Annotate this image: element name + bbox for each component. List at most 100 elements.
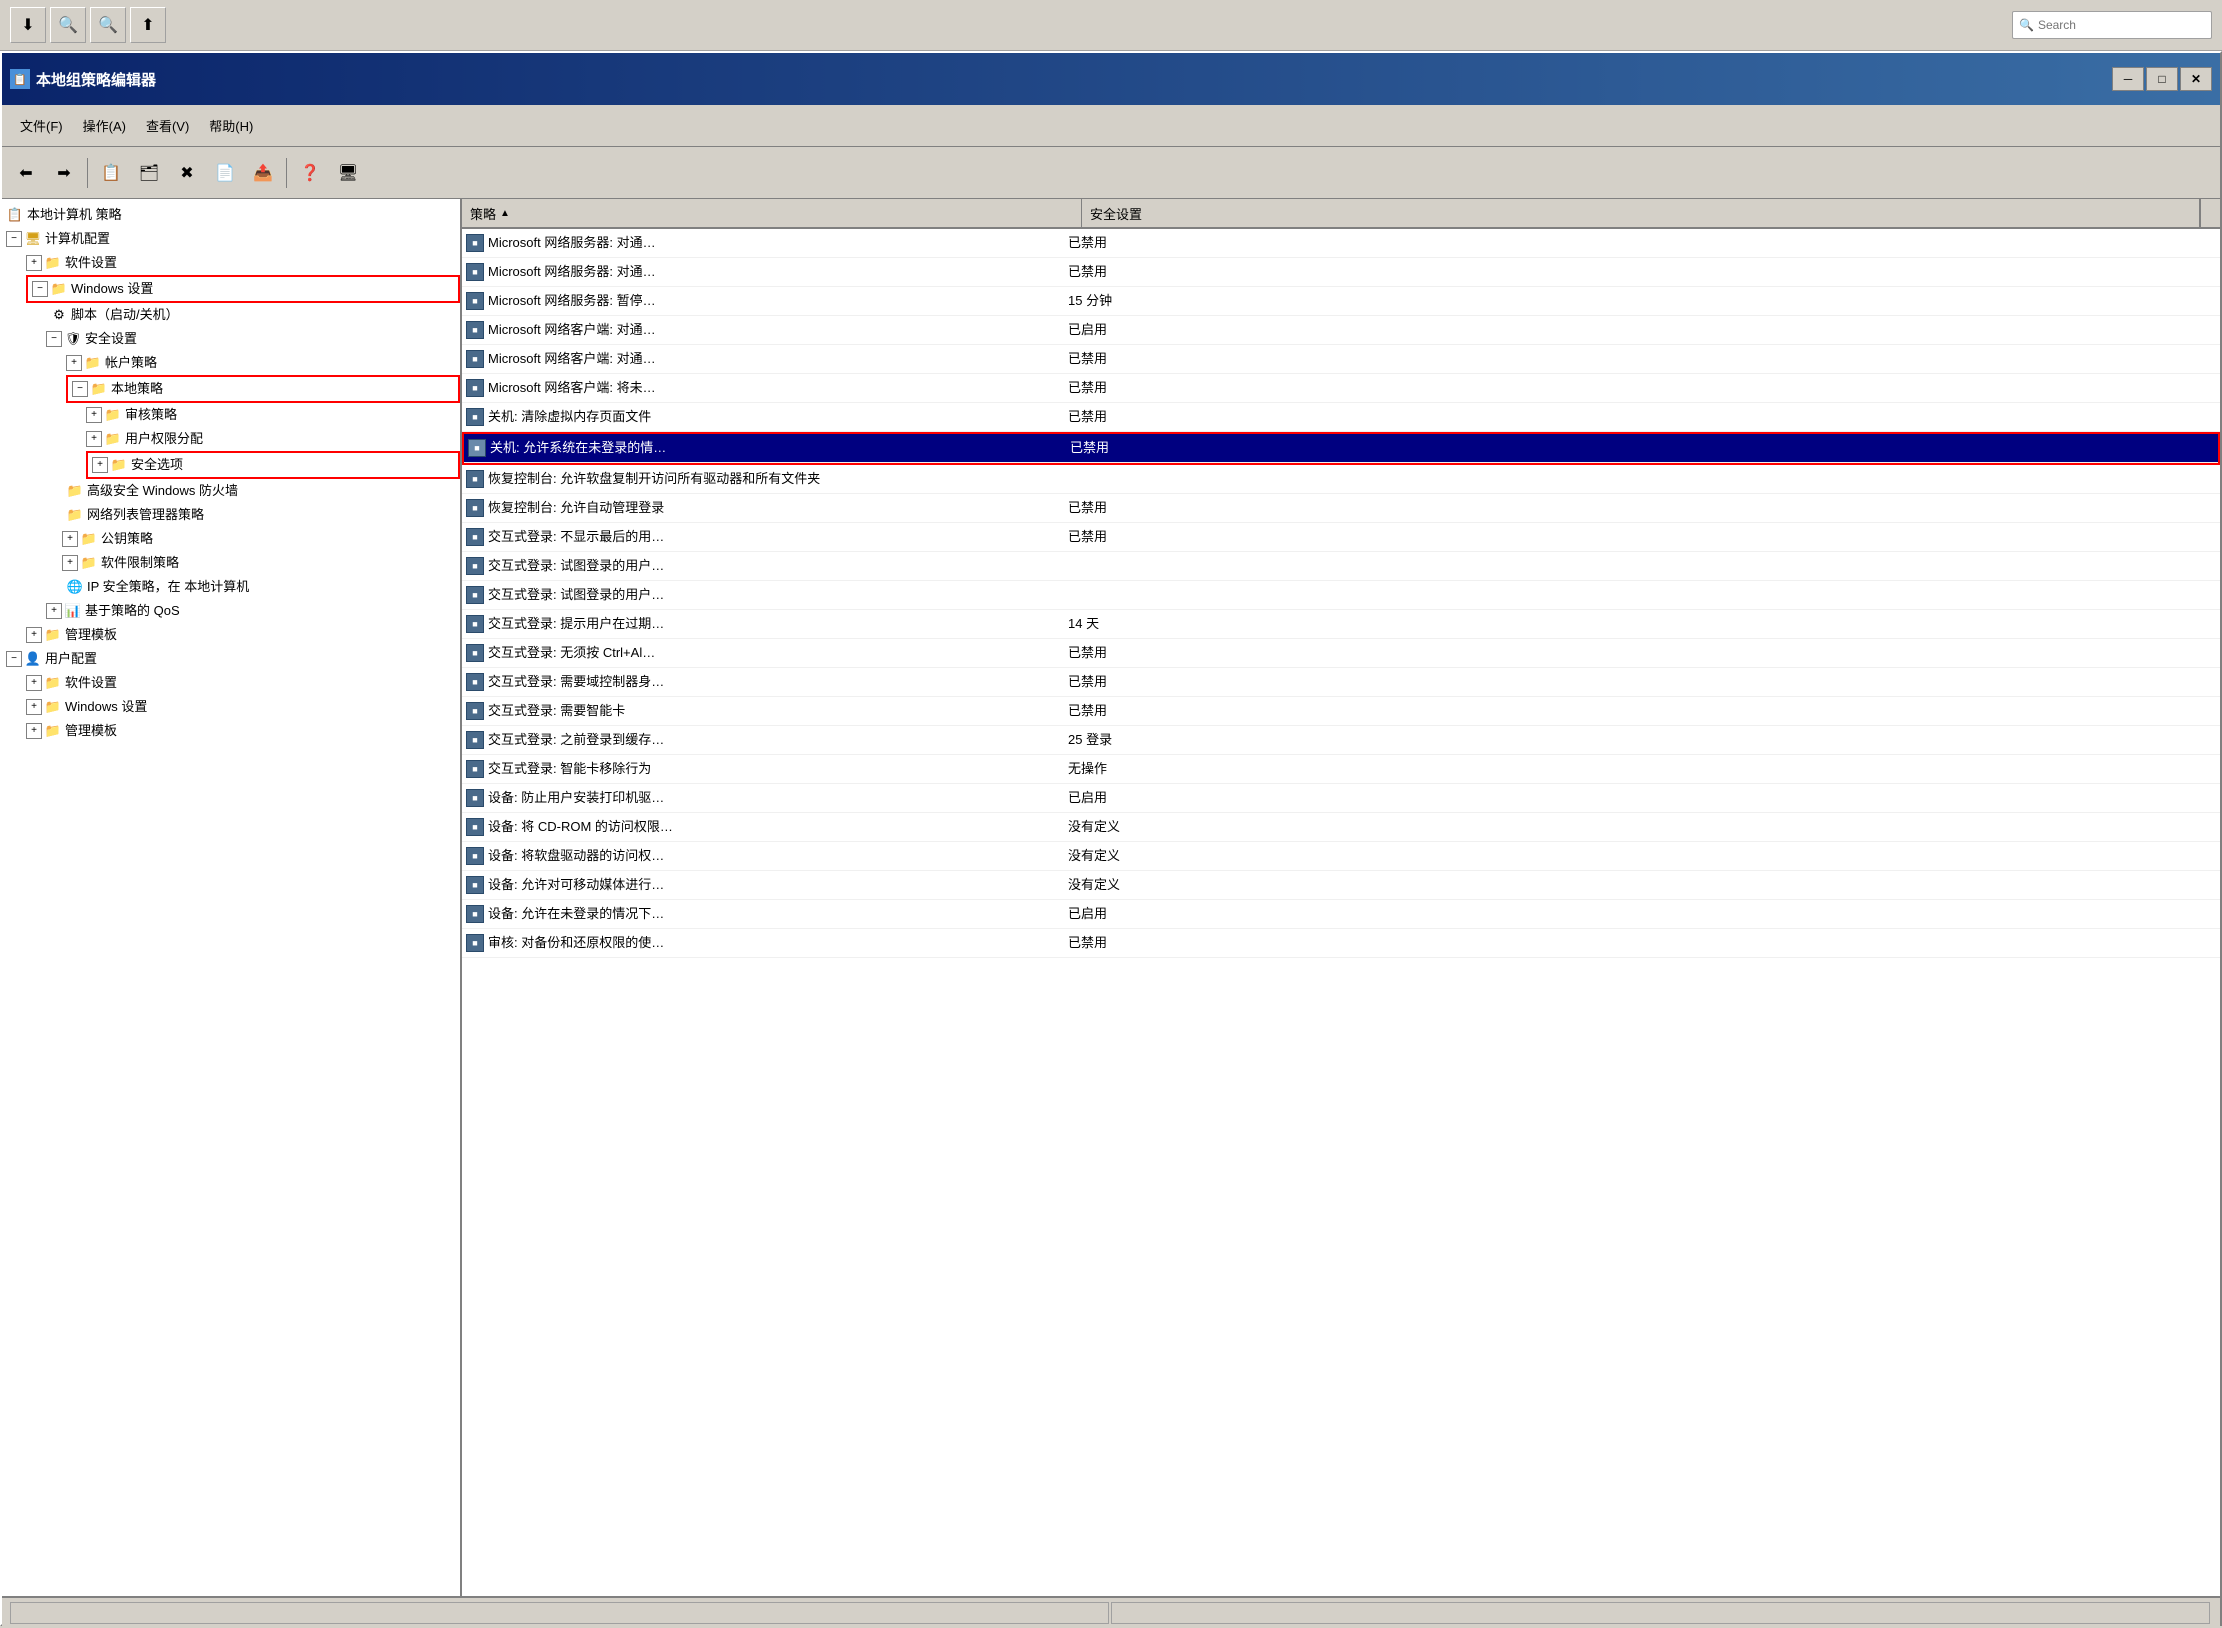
expander-admin-templates1[interactable]: + [26,627,42,643]
tree-item-admin-templates1[interactable]: + 📁 管理模板 [2,623,460,647]
policy-row-12[interactable]: ■ 交互式登录: 试图登录的用户… [462,581,2220,610]
policy-column-header[interactable]: 策略 ▲ [462,199,1082,227]
policy-row-2[interactable]: ■ Microsoft 网络服务器: 暂停… 15 分钟 [462,287,2220,316]
toolbar: ⬅ ➡ 📋 🗂 ✖ 📄 📤 ❓ 🖥 [2,147,2220,199]
security-column-header[interactable]: 安全设置 [1082,199,2200,227]
view-button[interactable]: 🗂 [131,155,167,191]
os-zoom-in-btn[interactable]: 🔍 [90,7,126,43]
policy-row-4[interactable]: ■ Microsoft 网络客户端: 对通… 已禁用 [462,345,2220,374]
restore-button[interactable]: □ [2146,67,2178,91]
expander-computer-config[interactable]: − [6,231,22,247]
policy-row-13[interactable]: ■ 交互式登录: 提示用户在过期… 14 天 [462,610,2220,639]
tree-item-ip-security[interactable]: 🌐 IP 安全策略，在 本地计算机 [2,575,460,599]
extra-button[interactable]: 🖥 [330,155,366,191]
expander-software-restrict[interactable]: + [62,555,78,571]
tree-root[interactable]: 📋 本地计算机 策略 [2,203,460,227]
policy-row-16[interactable]: ■ 交互式登录: 需要智能卡 已禁用 [462,697,2220,726]
help-button[interactable]: ❓ [292,155,328,191]
policy-row-14[interactable]: ■ 交互式登录: 无须按 Ctrl+Al… 已禁用 [462,639,2220,668]
policy-row-6[interactable]: ■ 关机: 清除虚拟内存页面文件 已禁用 [462,403,2220,432]
expander-security-options[interactable]: + [92,457,108,473]
export-button[interactable]: 📤 [245,155,281,191]
policy-value-21: 没有定义 [1068,844,2216,868]
expander-audit-policy[interactable]: + [86,407,102,423]
expander-account-policy[interactable]: + [66,355,82,371]
tree-label-user-config: 用户配置 [45,649,97,669]
policy-row-5[interactable]: ■ Microsoft 网络客户端: 将未… 已禁用 [462,374,2220,403]
policy-row-9[interactable]: ■ 恢复控制台: 允许自动管理登录 已禁用 [462,494,2220,523]
tree-item-software-restrict[interactable]: + 📁 软件限制策略 [2,551,460,575]
tree-label-windows-settings: Windows 设置 [71,279,153,299]
policy-name-2: Microsoft 网络服务器: 暂停… [488,289,1068,313]
expander-qos[interactable]: + [46,603,62,619]
show-hide-button[interactable]: 📋 [93,155,129,191]
expander-software-settings[interactable]: + [26,255,42,271]
policy-icon-3: ■ [466,321,484,339]
tree-item-computer-config[interactable]: − 🖥 计算机配置 [2,227,460,251]
policy-row-7[interactable]: ■ 关机: 允许系统在未登录的情… 已禁用 [464,434,2218,463]
policy-row-23[interactable]: ■ 设备: 允许在未登录的情况下… 已启用 [462,900,2220,929]
expander-public-key[interactable]: + [62,531,78,547]
menu-view[interactable]: 查看(V) [136,112,199,139]
policy-row-21[interactable]: ■ 设备: 将软盘驱动器的访问权… 没有定义 [462,842,2220,871]
menu-help[interactable]: 帮助(H) [199,112,263,139]
tree-item-scripts[interactable]: ⚙ 脚本（启动/关机） [2,303,460,327]
tree-item-security-settings[interactable]: − 🛡 安全设置 [2,327,460,351]
tree-item-qos[interactable]: + 📊 基于策略的 QoS [2,599,460,623]
policy-row-17[interactable]: ■ 交互式登录: 之前登录到缓存… 25 登录 [462,726,2220,755]
policy-row-15[interactable]: ■ 交互式登录: 需要域控制器身… 已禁用 [462,668,2220,697]
tree-item-user-software[interactable]: + 📁 软件设置 [2,671,460,695]
policy-row-20[interactable]: ■ 设备: 将 CD-ROM 的访问权限… 没有定义 [462,813,2220,842]
tree-item-network-list[interactable]: 📁 网络列表管理器策略 [2,503,460,527]
search-input[interactable] [2038,18,2205,32]
tree-item-security-options[interactable]: + 📁 安全选项 [88,453,458,477]
os-search-btn[interactable]: 🔍 [50,7,86,43]
expander-windows-settings[interactable]: − [32,281,48,297]
properties-button[interactable]: 📄 [207,155,243,191]
tree-panel: 📋 本地计算机 策略 − 🖥 计算机配置 + 📁 软件设置 [2,199,462,1596]
expander-user-config[interactable]: − [6,651,22,667]
menu-file[interactable]: 文件(F) [10,112,73,139]
policy-row-11[interactable]: ■ 交互式登录: 试图登录的用户… [462,552,2220,581]
policy-row-8[interactable]: ■ 恢复控制台: 允许软盘复制开访问所有驱动器和所有文件夹 [462,465,2220,494]
minimize-button[interactable]: ─ [2112,67,2144,91]
policy-icon-23: ■ [466,905,484,923]
os-back-button[interactable]: ⬇ [10,7,46,43]
tree-item-user-admin[interactable]: + 📁 管理模板 [2,719,460,743]
policy-row-24[interactable]: ■ 审核: 对备份和还原权限的使… 已禁用 [462,929,2220,958]
policy-row-0[interactable]: ■ Microsoft 网络服务器: 对通… 已禁用 [462,229,2220,258]
tree-item-audit-policy[interactable]: + 📁 审核策略 [2,403,460,427]
policy-row-1[interactable]: ■ Microsoft 网络服务器: 对通… 已禁用 [462,258,2220,287]
policy-name-10: 交互式登录: 不显示最后的用… [488,525,1068,549]
forward-button[interactable]: ➡ [46,155,82,191]
policy-value-18: 无操作 [1068,757,2216,781]
tree-item-user-windows[interactable]: + 📁 Windows 设置 [2,695,460,719]
tree-item-account-policy[interactable]: + 📁 帐户策略 [2,351,460,375]
policy-row-18[interactable]: ■ 交互式登录: 智能卡移除行为 无操作 [462,755,2220,784]
tree-item-user-rights[interactable]: + 📁 用户权限分配 [2,427,460,451]
policy-row-3[interactable]: ■ Microsoft 网络客户端: 对通… 已启用 [462,316,2220,345]
expander-local-policy[interactable]: − [72,381,88,397]
back-button[interactable]: ⬅ [8,155,44,191]
expander-user-rights[interactable]: + [86,431,102,447]
tree-item-local-policy[interactable]: − 📁 本地策略 [68,377,458,401]
tree-item-public-key[interactable]: + 📁 公钥策略 [2,527,460,551]
menu-action[interactable]: 操作(A) [73,112,136,139]
policy-list[interactable]: ■ Microsoft 网络服务器: 对通… 已禁用 ■ Microsoft 网… [462,229,2220,1596]
os-search-box[interactable]: 🔍 [2012,11,2212,39]
tree-item-user-config[interactable]: − 👤 用户配置 [2,647,460,671]
ip-security-icon: 🌐 [66,578,84,596]
expander-user-windows[interactable]: + [26,699,42,715]
policy-row-22[interactable]: ■ 设备: 允许对可移动媒体进行… 没有定义 [462,871,2220,900]
delete-button[interactable]: ✖ [169,155,205,191]
os-upload-btn[interactable]: ⬆ [130,7,166,43]
policy-row-19[interactable]: ■ 设备: 防止用户安装打印机驱… 已启用 [462,784,2220,813]
tree-item-software-settings[interactable]: + 📁 软件设置 [2,251,460,275]
policy-row-10[interactable]: ■ 交互式登录: 不显示最后的用… 已禁用 [462,523,2220,552]
tree-item-firewall[interactable]: 📁 高级安全 Windows 防火墙 [2,479,460,503]
tree-item-windows-settings[interactable]: − 📁 Windows 设置 [28,277,458,301]
expander-user-admin[interactable]: + [26,723,42,739]
expander-security-settings[interactable]: − [46,331,62,347]
expander-user-software[interactable]: + [26,675,42,691]
close-button[interactable]: ✕ [2180,67,2212,91]
